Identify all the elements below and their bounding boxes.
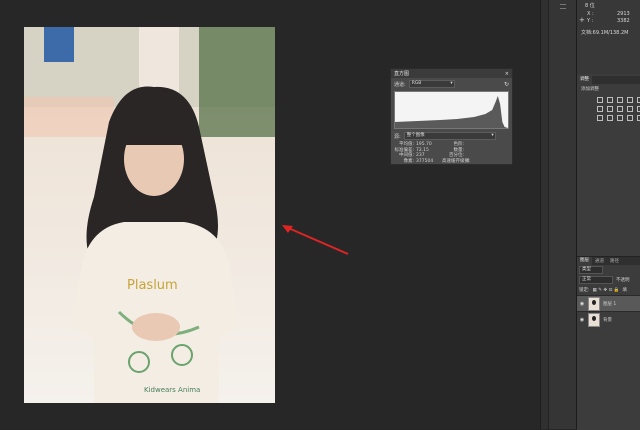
source-select[interactable]: 整个图像 (403, 132, 496, 140)
crosshair-icon: + (579, 16, 585, 24)
adjustments-panel[interactable]: 调整 添加调整 (577, 76, 640, 254)
grip-icon[interactable] (559, 4, 566, 9)
photo-girl-image: Plaslum Kidwears Anima (24, 27, 275, 403)
x-value: 2913 (617, 11, 630, 17)
channel-select[interactable]: RGB (408, 80, 455, 88)
color-balance-icon[interactable] (607, 106, 613, 112)
opacity-label: 不透明 (616, 278, 630, 283)
layer-name: 背景 (603, 317, 612, 323)
levels-icon[interactable] (607, 97, 613, 103)
right-dock[interactable]: 8 位 X : 2913 + Y : 3382 文档:69.1M/138.2M … (576, 0, 640, 430)
exposure-icon[interactable] (627, 97, 633, 103)
close-icon[interactable]: × (505, 71, 509, 77)
tab-layers-1[interactable]: 通道 (592, 258, 607, 264)
stat-value2-3: 4 (466, 158, 469, 164)
y-value: 3382 (617, 18, 630, 24)
refresh-icon[interactable]: ↻ (504, 81, 509, 88)
canvas-area[interactable]: Plaslum Kidwears Anima 直方图 × 通道: RGB ↻ (0, 0, 540, 429)
document-photo[interactable]: Plaslum Kidwears Anima (24, 27, 275, 403)
stat-value-3: 377504 (416, 158, 434, 164)
blend-mode-select[interactable]: 正常 (579, 276, 613, 284)
info-panel: 8 位 X : 2913 + Y : 3382 文档:69.1M/138.2M (577, 0, 640, 74)
histogram-panel[interactable]: 直方图 × 通道: RGB ↻ 源: 整个图像 平均值:195.70色阶:标准偏… (390, 68, 513, 165)
stat-key-3: 像素: (403, 158, 414, 164)
layer-thumbnail (588, 312, 600, 327)
gradient-map-icon[interactable] (627, 115, 633, 121)
tab-adjustments[interactable]: 调整 (577, 76, 592, 84)
histogram-titlebar[interactable]: 直方图 × (391, 69, 512, 78)
invert-icon[interactable] (597, 115, 603, 121)
photo-filter-icon[interactable] (627, 106, 633, 112)
red-arrow-annotation (282, 225, 349, 255)
x-label: X : (587, 11, 594, 17)
black-white-icon[interactable] (617, 106, 623, 112)
tab-layers-0[interactable]: 图层 (577, 257, 592, 265)
layer-row[interactable]: ◉ 图层 1 (577, 295, 640, 311)
hue-icon[interactable] (597, 106, 603, 112)
adjustment-icons[interactable] (597, 97, 640, 121)
filter-kind-select[interactable]: 类型 (579, 266, 603, 274)
lock-label: 锁定: (579, 288, 590, 293)
visibility-eye-icon[interactable]: ◉ (579, 317, 585, 323)
layers-tabs[interactable]: 图层 通道 路径 (577, 257, 640, 265)
visibility-eye-icon[interactable]: ◉ (579, 301, 585, 307)
brightness-icon[interactable] (597, 97, 603, 103)
lock-icons[interactable]: ▦ ✎ ✥ ⊡ 🔒 (593, 288, 620, 293)
layer-list[interactable]: ◉ 图层 1 ◉ 背景 (577, 295, 640, 327)
histogram-stats: 平均值: 195.70 色阶: 标准偏差: 72.15 数量: 中间值: 237 百分位: 像素:… (391, 142, 512, 164)
collapsed-panel-column[interactable] (548, 0, 576, 429)
adjustments-subtitle: 添加调整 (581, 87, 599, 92)
channel-label: 通道: (394, 81, 406, 88)
curves-icon[interactable] (617, 97, 623, 103)
y-label: Y : (587, 18, 594, 24)
layers-panel[interactable]: 图层 通道 路径 类型 正常 不透明 锁定: ▦ ✎ ✥ ⊡ 🔒 填 ◉ 图层 1 ◉ 背… (577, 256, 640, 430)
posterize-icon[interactable] (607, 115, 613, 121)
stat-key2-3: 高速缓存级别: (442, 158, 471, 164)
histogram-title: 直方图 (394, 71, 410, 77)
bit-depth: 8 位 (585, 3, 595, 9)
svg-text:Plaslum: Plaslum (127, 278, 178, 293)
threshold-icon[interactable] (617, 115, 623, 121)
fill-label: 填 (622, 288, 627, 293)
layer-thumbnail (588, 296, 600, 311)
histogram-graph (394, 91, 509, 129)
histogram-curve (395, 96, 508, 128)
layer-name: 图层 1 (603, 301, 617, 307)
tab-layers-2[interactable]: 路径 (607, 258, 622, 264)
svg-text:Kidwears Anima: Kidwears Anima (144, 386, 200, 394)
doc-size: 文档:69.1M/138.2M (581, 30, 629, 36)
layer-row[interactable]: ◉ 背景 (577, 311, 640, 327)
source-label: 源: (394, 133, 401, 140)
